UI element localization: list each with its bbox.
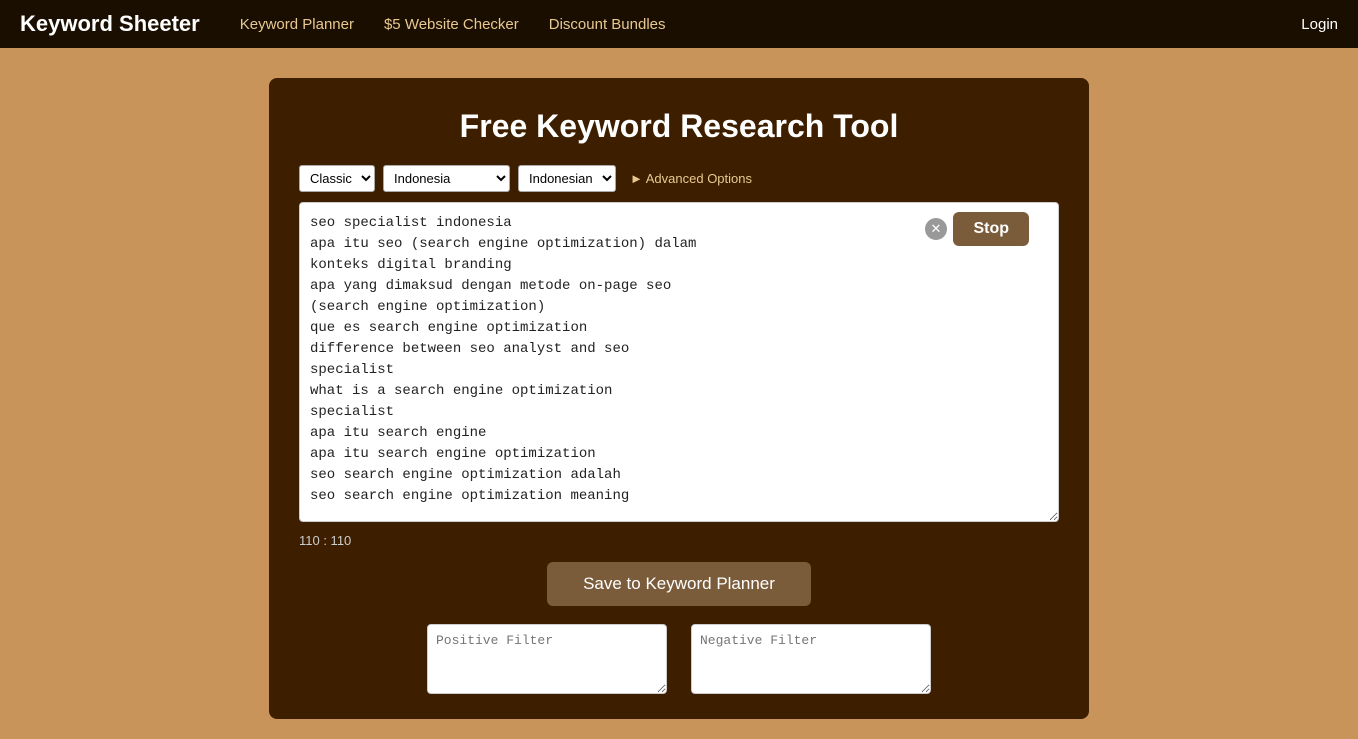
positive-filter-input[interactable] <box>427 624 667 694</box>
advanced-options-link[interactable]: ► Advanced Options <box>630 171 752 186</box>
nav-links: Keyword Planner $5 Website Checker Disco… <box>240 16 1302 33</box>
nav-login[interactable]: Login <box>1301 16 1338 33</box>
stop-button[interactable]: Stop <box>953 212 1029 246</box>
negative-filter-input[interactable] <box>691 624 931 694</box>
keyword-textarea[interactable]: seo specialist indonesia apa itu seo (se… <box>299 202 1059 522</box>
nav-brand[interactable]: Keyword Sheeter <box>20 11 200 37</box>
controls-row: Classic Indonesia United States United K… <box>299 165 1059 192</box>
country-select[interactable]: Indonesia United States United Kingdom <box>383 165 510 192</box>
counter: 110 : 110 <box>299 533 1059 548</box>
page-title: Free Keyword Research Tool <box>299 108 1059 145</box>
filter-row <box>299 624 1059 694</box>
main-content: Free Keyword Research Tool Classic Indon… <box>0 48 1358 739</box>
mode-select[interactable]: Classic <box>299 165 375 192</box>
save-button[interactable]: Save to Keyword Planner <box>547 562 811 606</box>
stop-button-wrapper: ✕ Stop <box>925 212 1029 246</box>
card: Free Keyword Research Tool Classic Indon… <box>269 78 1089 719</box>
nav-discount-bundles[interactable]: Discount Bundles <box>549 16 666 33</box>
navbar: Keyword Sheeter Keyword Planner $5 Websi… <box>0 0 1358 48</box>
textarea-wrapper: seo specialist indonesia apa itu seo (se… <box>299 202 1059 527</box>
nav-keyword-planner[interactable]: Keyword Planner <box>240 16 354 33</box>
language-select[interactable]: Indonesian English <box>518 165 616 192</box>
close-icon[interactable]: ✕ <box>925 218 947 240</box>
nav-website-checker[interactable]: $5 Website Checker <box>384 16 519 33</box>
save-button-wrapper: Save to Keyword Planner <box>299 562 1059 606</box>
